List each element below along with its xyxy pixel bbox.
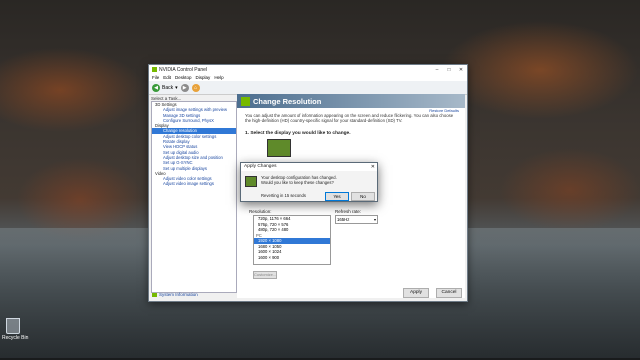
display-icon [241,96,250,106]
recycle-bin-shortcut[interactable]: Recycle Bin [2,318,29,341]
menu-file[interactable]: File [152,75,159,80]
toolbar: ◀ Back ▾ ▶ ⌂ [149,81,467,95]
menu-edit[interactable]: Edit [163,75,171,80]
chevron-down-icon[interactable]: ▾ [175,85,178,91]
window-title: NVIDIA Control Panel [159,66,208,73]
back-arrow-icon: ◀ [152,83,160,92]
monitor-icon[interactable] [267,139,291,157]
menu-display[interactable]: Display [196,75,211,80]
dialog-title-bar[interactable]: Apply Changes ✕ [241,163,377,171]
recycle-bin-label: Recycle Bin [2,335,29,341]
forward-arrow-icon[interactable]: ▶ [180,83,189,92]
dialog-title: Apply Changes [244,164,277,169]
menu-bar: File Edit Desktop Display Help [149,74,467,81]
page-title: Change Resolution [253,96,322,106]
refresh-rate-dropdown[interactable]: 165Hz ▾ [335,215,378,224]
no-button[interactable]: No [351,192,375,201]
customize-button[interactable]: Customize... [253,271,277,279]
menu-desktop[interactable]: Desktop [175,75,192,80]
system-information-label: System Information [159,292,198,297]
resolution-option[interactable]: 1600 × 900 [254,255,330,261]
menu-help[interactable]: Help [214,75,223,80]
resolution-label: Resolution: [249,209,272,214]
cancel-button[interactable]: Cancel [436,288,462,298]
home-icon[interactable]: ⌂ [191,83,200,92]
recycle-bin-icon [6,318,20,334]
page-header: Change Resolution [237,94,465,108]
close-button[interactable]: ✕ [455,65,467,74]
apply-changes-dialog: Apply Changes ✕ Your desktop configurati… [240,162,378,202]
nvidia-logo-icon [152,67,157,72]
tree-item[interactable]: Adjust image settings with preview [152,107,236,112]
chevron-down-icon: ▾ [373,217,376,222]
system-info-icon [152,292,157,297]
system-information-link[interactable]: System Information [152,292,198,297]
refresh-rate-value: 165Hz [337,217,350,222]
dialog-message: Your desktop configuration has changed. … [261,175,337,185]
back-label: Back [162,84,174,91]
dialog-close-button[interactable]: ✕ [371,163,375,171]
display-icon [245,176,257,187]
resolution-list[interactable]: 720p, 1176 × 664 576p, 720 × 576 480p, 720… [253,215,331,265]
dialog-message-line-2: Would you like to keep these changes? [261,180,334,185]
maximize-button[interactable]: □ [443,65,455,74]
title-bar[interactable]: NVIDIA Control Panel – □ ✕ [149,65,467,74]
tree-item[interactable]: Adjust video image settings [152,181,236,186]
minimize-button[interactable]: – [431,65,443,74]
revert-countdown: Reverting in 15 seconds [261,193,306,198]
apply-button[interactable]: Apply [403,288,429,298]
step-1-heading: 1. Select the display you would like to … [245,131,351,136]
back-button[interactable]: ◀ Back ▾ [152,83,178,92]
page-description: You can adjust the amount of information… [245,113,454,123]
task-tree: 3D Settings Adjust image settings with pr… [151,101,237,293]
refresh-rate-label: Refresh rate: [335,209,362,214]
yes-button[interactable]: Yes [325,192,349,201]
